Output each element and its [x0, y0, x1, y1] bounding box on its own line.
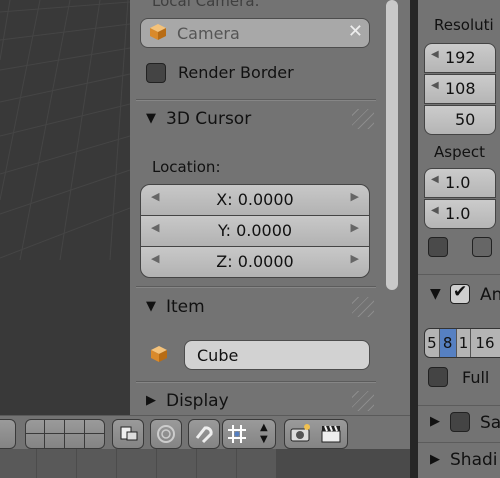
clapperboard-icon[interactable]: [316, 420, 346, 448]
cursor-z-field[interactable]: ◀ Z: 0.0000 ▶: [140, 246, 370, 278]
item-name-value: Cube: [197, 346, 239, 365]
samples-8-button[interactable]: 8: [439, 329, 457, 357]
3d-cursor-title: 3D Cursor: [166, 109, 252, 129]
y-label: Y:: [217, 221, 231, 240]
location-label: Location:: [152, 158, 221, 176]
item-title: Item: [166, 297, 205, 317]
n-panel-scrollbar[interactable]: [382, 0, 410, 415]
decrement-arrow-icon[interactable]: ◀: [431, 80, 439, 91]
samples-button-row: 5 8 1 16: [424, 328, 500, 358]
drag-grip-icon[interactable]: [352, 391, 374, 411]
lock-layers-icon: [120, 426, 138, 441]
expand-triangle-icon: ▼: [146, 299, 156, 314]
aspect-y-field[interactable]: ◀ 1.0: [424, 199, 496, 229]
snap-grid-icon: [228, 425, 246, 443]
render-border-checkbox[interactable]: [146, 63, 166, 83]
layer-buttons-grid[interactable]: [25, 419, 105, 449]
resolution-y-field[interactable]: ◀ 108: [424, 74, 496, 104]
render-opengl-buttons: [284, 419, 348, 449]
increment-arrow-icon[interactable]: ▶: [351, 252, 359, 265]
shading-label: Shadi: [450, 450, 498, 470]
collapse-triangle-icon: ▶: [146, 393, 156, 408]
resolution-percent-value: 50: [455, 110, 476, 129]
3d-cursor-panel-header[interactable]: ▼ 3D Cursor: [130, 103, 382, 137]
camera-render-icon[interactable]: [285, 420, 315, 448]
aspect-x-value: 1.0: [445, 173, 471, 192]
cube-icon: [150, 24, 166, 40]
snap-toggle-button[interactable]: [188, 419, 220, 449]
pivot-icon: [157, 425, 175, 443]
decrement-arrow-icon[interactable]: ◀: [431, 174, 439, 185]
x-label: X:: [216, 190, 233, 209]
samples-16-button[interactable]: 16: [471, 329, 500, 357]
drag-grip-icon[interactable]: [352, 109, 374, 129]
scrollbar-thumb[interactable]: [386, 0, 398, 290]
animation-checkbox[interactable]: ✔: [450, 282, 470, 304]
increment-arrow-icon[interactable]: ▶: [351, 190, 359, 203]
render-border-label: Render Border: [178, 63, 294, 82]
display-panel-header[interactable]: ▶ Display: [130, 385, 382, 419]
object-cube-icon: [151, 346, 167, 362]
item-panel-header[interactable]: ▼ Item: [130, 291, 382, 325]
decrement-arrow-icon[interactable]: ◀: [431, 205, 439, 216]
resolution-y-value: 108: [445, 79, 476, 98]
border-checkbox[interactable]: [428, 237, 448, 257]
x-value: 0.0000: [237, 190, 294, 209]
snap-element-dropdown[interactable]: ▲ ▼: [222, 419, 276, 449]
samples-5-button[interactable]: 5: [425, 329, 440, 357]
y-value: 0.0000: [236, 221, 293, 240]
z-value: 0.0000: [237, 252, 294, 271]
clear-icon[interactable]: ✕: [348, 21, 363, 42]
magnet-icon: [195, 426, 213, 444]
display-title: Display: [166, 391, 229, 411]
collapse-triangle-icon[interactable]: ▶: [430, 414, 440, 429]
pivot-button[interactable]: [150, 419, 182, 449]
timeline-out-of-range: [276, 449, 410, 478]
check-icon: ✔: [453, 282, 468, 302]
item-name-input[interactable]: Cube: [184, 340, 370, 370]
cursor-y-field[interactable]: ◀ Y: 0.0000 ▶: [140, 215, 370, 247]
animation-label: An: [480, 285, 500, 305]
viewport-header-toolbar: ▲ ▼: [0, 415, 410, 450]
aspect-y-value: 1.0: [445, 204, 471, 223]
aspect-x-field[interactable]: ◀ 1.0: [424, 168, 496, 198]
samples-11-button[interactable]: 1: [456, 329, 472, 357]
crop-checkbox[interactable]: [472, 237, 492, 257]
3d-viewport[interactable]: [0, 0, 130, 415]
local-camera-label: Local Camera:: [152, 0, 260, 10]
resolution-label: Resoluti: [434, 16, 494, 34]
full-sample-label: Full: [462, 368, 490, 387]
camera-value: Camera: [177, 24, 240, 43]
z-label: Z:: [216, 252, 233, 271]
area-divider[interactable]: [410, 0, 418, 478]
cursor-x-field[interactable]: ◀ X: 0.0000 ▶: [140, 184, 370, 216]
drag-grip-icon[interactable]: [352, 297, 374, 317]
decrement-arrow-icon[interactable]: ◀: [431, 49, 439, 60]
collapse-triangle-icon[interactable]: ▶: [430, 452, 440, 467]
viewport-grid: [0, 0, 130, 261]
aspect-label: Aspect: [434, 143, 485, 161]
resolution-x-field[interactable]: ◀ 192: [424, 43, 496, 73]
increment-arrow-icon[interactable]: ▶: [351, 221, 359, 234]
dropdown-arrows-icon: ▲ ▼: [260, 422, 268, 445]
camera-field[interactable]: Camera ✕: [140, 18, 370, 48]
resolution-x-value: 192: [445, 48, 476, 67]
lock-camera-button[interactable]: [112, 419, 144, 449]
resolution-percent-field[interactable]: 50: [424, 105, 496, 135]
expand-triangle-icon: ▼: [146, 111, 156, 126]
render-properties-editor: Resoluti ◀ 192 ◀ 108 50 Aspect ◀ 1.0 ◀ 1…: [418, 0, 500, 478]
sampled-label: Sa: [480, 413, 500, 433]
full-sample-checkbox[interactable]: [428, 367, 448, 387]
sampled-motion-blur-checkbox[interactable]: [450, 412, 470, 432]
expand-triangle-icon[interactable]: ▼: [430, 286, 441, 302]
layer-buttons-left[interactable]: [0, 419, 16, 449]
properties-n-panel: Local Camera: Camera ✕ Render Border ▼ 3…: [130, 0, 382, 415]
